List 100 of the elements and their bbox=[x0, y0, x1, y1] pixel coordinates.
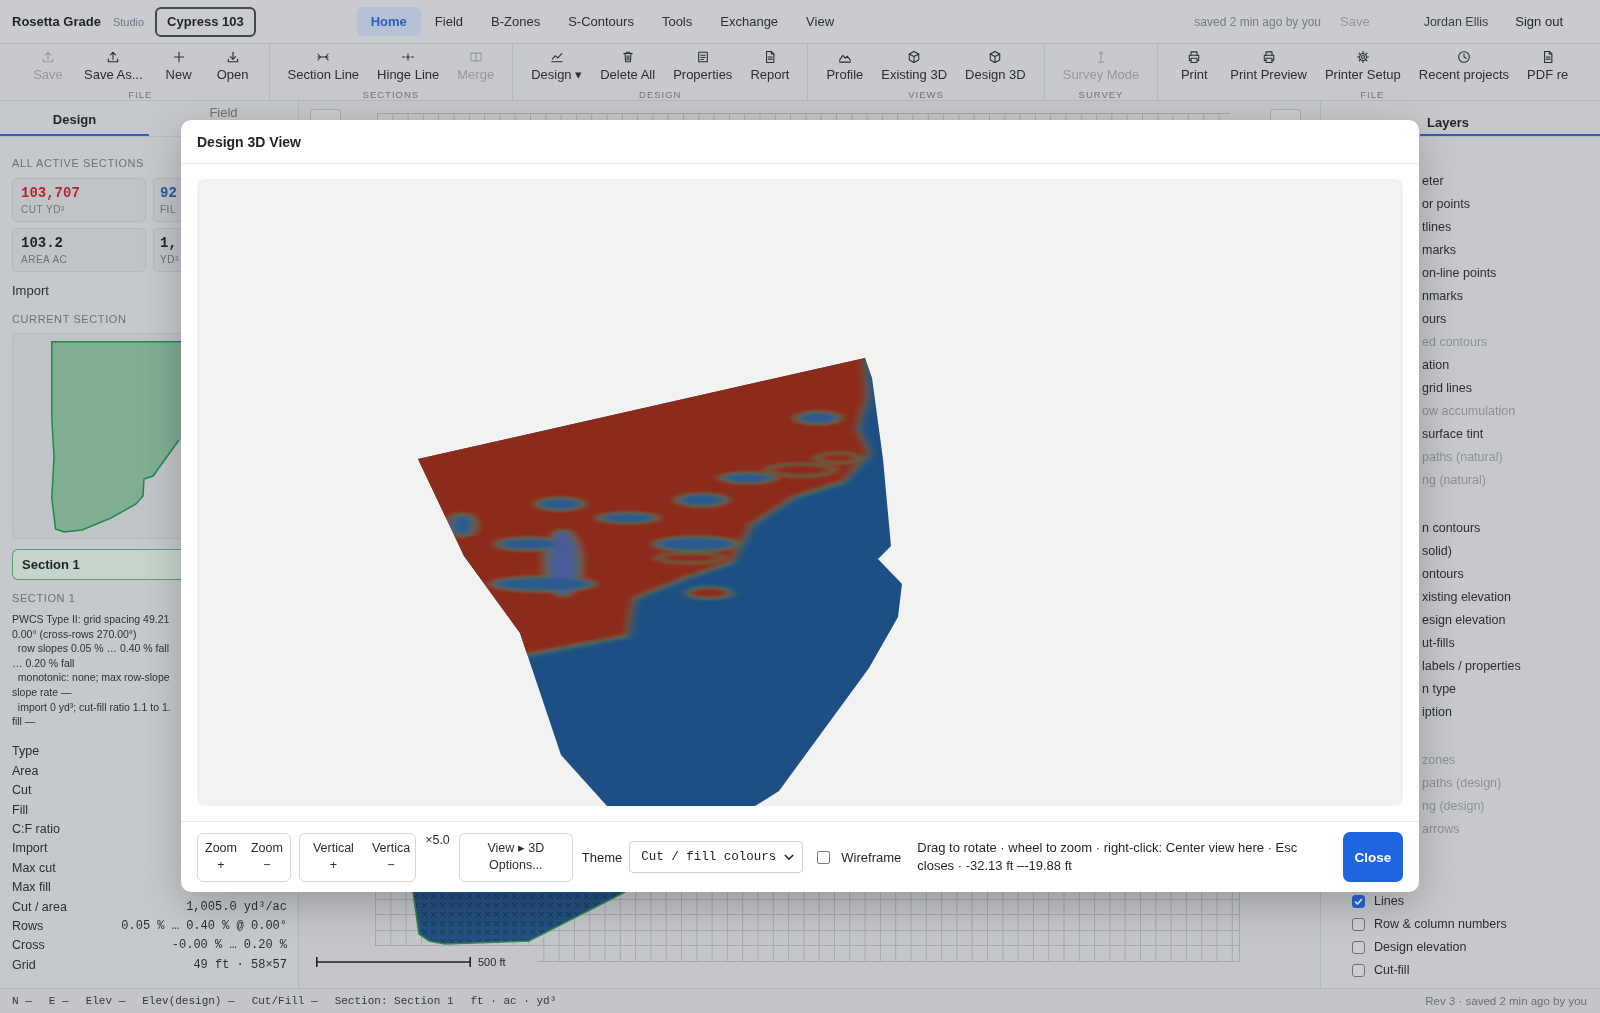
layer-checkbox[interactable] bbox=[1352, 918, 1365, 931]
toolbar-group-label: VIEWS bbox=[908, 89, 944, 100]
property-value: 1,005.0 yd³/ac bbox=[186, 899, 287, 914]
layer-label: surface tint bbox=[1422, 427, 1484, 442]
toolbar-button[interactable]: Report bbox=[741, 44, 799, 82]
printer-icon bbox=[1262, 51, 1275, 63]
layer-label: on-line points bbox=[1422, 266, 1497, 281]
document-icon bbox=[1541, 51, 1554, 63]
download-icon bbox=[226, 51, 239, 63]
theme-label: Theme bbox=[581, 849, 623, 865]
nav-tab[interactable]: Field bbox=[420, 7, 477, 36]
property-label: Import bbox=[12, 841, 48, 856]
stat-label: AREA AC bbox=[21, 254, 68, 266]
toolbar-button[interactable]: Profile bbox=[817, 44, 873, 82]
terrain-viewport[interactable] bbox=[197, 179, 1403, 806]
status-field: Cut/Fill — bbox=[251, 995, 318, 1007]
property-value: 0.05 % … 0.40 % @ 0.00° bbox=[121, 918, 287, 933]
theme-select[interactable]: Cut / fill colours bbox=[629, 841, 804, 873]
project-button[interactable]: Cypress 103 bbox=[155, 6, 256, 37]
checkmark-icon bbox=[1354, 898, 1363, 905]
cube-icon bbox=[989, 51, 1002, 63]
property-label: Max cut bbox=[12, 860, 56, 875]
toolbar-button[interactable]: Hinge Line bbox=[368, 44, 449, 82]
inward-arrows-icon bbox=[317, 51, 330, 63]
layer-label: ow accumulation bbox=[1422, 404, 1516, 419]
toolbar-button[interactable]: New bbox=[151, 44, 206, 82]
pin-icon bbox=[1095, 51, 1107, 63]
toolbar-button[interactable]: PDF re bbox=[1518, 44, 1578, 82]
status-field: Elev — bbox=[85, 995, 126, 1007]
toolbar-button[interactable]: Print bbox=[1167, 44, 1222, 82]
toolbar-button[interactable]: Delete All bbox=[591, 44, 665, 82]
zoom-button[interactable]: Zoom − bbox=[243, 833, 290, 881]
toolbar-button[interactable]: Open bbox=[205, 44, 260, 82]
toolbar-group-label: FILE bbox=[128, 89, 153, 100]
sign-out-button[interactable]: Sign out bbox=[1515, 14, 1563, 29]
toolbar-button[interactable]: Save As... bbox=[75, 44, 152, 82]
property-label: Cut bbox=[12, 783, 32, 798]
layer-label: arrows bbox=[1422, 822, 1460, 837]
status-field: E — bbox=[48, 995, 69, 1007]
printer-icon bbox=[1188, 51, 1201, 63]
layer-label: zones bbox=[1422, 753, 1456, 768]
layer-label: Design elevation bbox=[1374, 940, 1467, 955]
layer-label: or points bbox=[1422, 197, 1470, 212]
vertical-scale-button[interactable]: Vertical + bbox=[299, 833, 367, 881]
layer-label: Row & column numbers bbox=[1374, 917, 1507, 932]
layer-label: solid) bbox=[1422, 544, 1452, 559]
stat-value: 103,707 bbox=[21, 185, 80, 202]
nav-tab[interactable]: View bbox=[792, 7, 849, 36]
toolbar-button[interactable]: Printer Setup bbox=[1315, 44, 1410, 82]
nav-tab[interactable]: B-Zones bbox=[477, 7, 555, 36]
status-field: ft · ac · yd³ bbox=[470, 995, 557, 1007]
nav-tab[interactable]: Tools bbox=[647, 7, 707, 36]
import-button[interactable]: Import bbox=[12, 283, 49, 298]
trash-icon bbox=[621, 51, 634, 63]
toolbar-button[interactable]: Print Preview bbox=[1221, 44, 1316, 82]
property-label: Grid bbox=[12, 957, 36, 972]
layer-label: tlines bbox=[1422, 220, 1452, 235]
split-rectangle-icon bbox=[469, 51, 482, 63]
toolbar-button[interactable]: Properties bbox=[664, 44, 742, 82]
toolbar-button[interactable]: Design ▾ bbox=[522, 44, 592, 82]
stat-label: FIL bbox=[160, 204, 176, 216]
exaggeration-value: ×5.0 bbox=[425, 833, 450, 847]
help-text: Drag to rotate · wheel to zoom · right-click: Center view here · Esc closes · -32.13 ft –-19.88 ft bbox=[917, 839, 1299, 875]
layer-checkbox[interactable] bbox=[1352, 964, 1365, 977]
stat-value: 1, bbox=[160, 235, 177, 252]
line-chart-icon bbox=[550, 51, 563, 63]
wireframe-checkbox[interactable] bbox=[817, 850, 831, 864]
layer-label: n type bbox=[1422, 682, 1457, 697]
user-name: Jordan Ellis bbox=[1423, 14, 1489, 29]
options-button[interactable]: View ▸ 3D Options... bbox=[458, 832, 573, 882]
plus-icon bbox=[172, 51, 185, 63]
panel-tab[interactable]: Layers bbox=[1420, 101, 1600, 136]
toolbar-button[interactable]: Design 3D bbox=[956, 44, 1035, 82]
layer-label: ours bbox=[1422, 312, 1447, 327]
toolbar-button[interactable]: Recent projects bbox=[1409, 44, 1519, 82]
panel-tab[interactable]: Design bbox=[0, 101, 149, 136]
layer-label: nmarks bbox=[1422, 289, 1463, 304]
property-value: 49 ft · 58×57 bbox=[193, 957, 287, 972]
toolbar-button[interactable]: Section Line bbox=[278, 44, 369, 82]
cube-icon bbox=[908, 51, 921, 63]
toolbar-button[interactable]: Existing 3D bbox=[872, 44, 956, 82]
nav-tab[interactable]: S-Contours bbox=[554, 7, 648, 36]
vertical-scale-button[interactable]: Vertica − bbox=[366, 833, 416, 881]
panel-heading: ALL ACTIVE SECTIONS bbox=[12, 157, 145, 170]
zoom-button[interactable]: Zoom + bbox=[198, 833, 244, 881]
toolbar-group-label: SURVEY bbox=[1078, 89, 1124, 100]
layer-checkbox[interactable] bbox=[1352, 895, 1365, 908]
layer-label: ontours bbox=[1422, 567, 1464, 582]
layer-label: eter bbox=[1422, 174, 1444, 189]
nav-tab[interactable]: Exchange bbox=[706, 7, 793, 36]
close-button[interactable]: Close bbox=[1343, 832, 1403, 882]
layer-checkbox[interactable] bbox=[1352, 941, 1365, 954]
panel-heading: CURRENT SECTION bbox=[12, 313, 127, 326]
property-label: Fill bbox=[12, 802, 28, 817]
toolbar-group-label: FILE bbox=[1360, 89, 1385, 100]
section-item[interactable]: Section 1 bbox=[12, 549, 181, 580]
property-label: Type bbox=[12, 744, 40, 759]
document-icon bbox=[763, 51, 776, 63]
scale-label: 500 ft bbox=[478, 956, 506, 969]
stat-value: 92 bbox=[160, 185, 177, 202]
